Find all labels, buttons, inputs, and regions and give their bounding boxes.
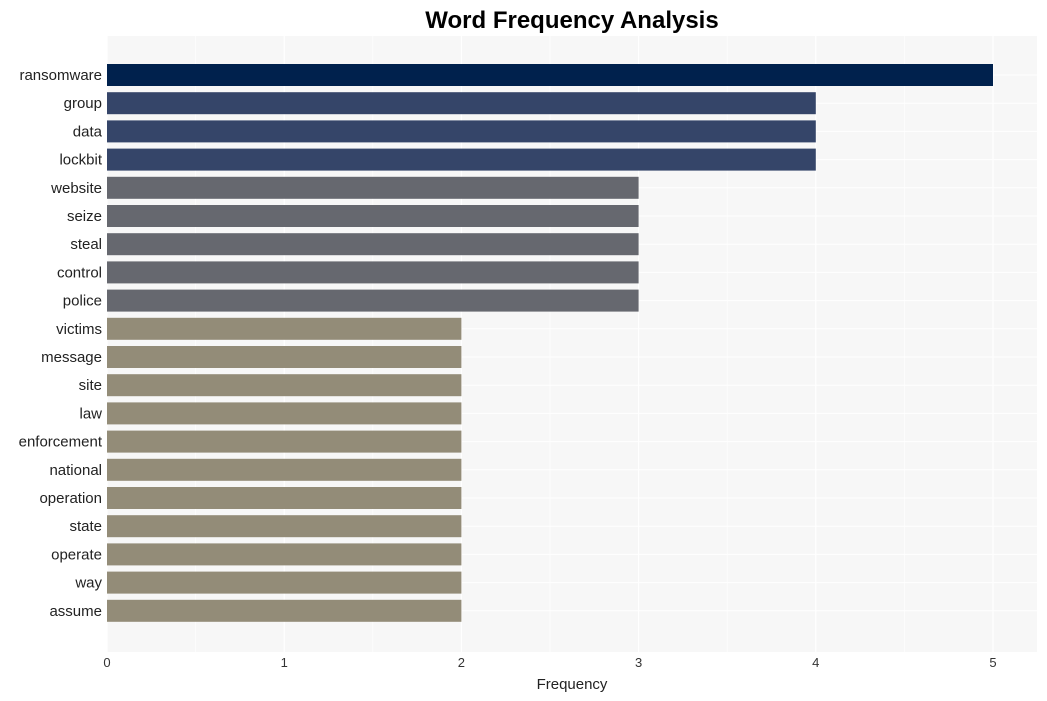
bar-enforcement: [107, 430, 462, 453]
x-tick-3: 3: [635, 655, 642, 670]
bar-site: [107, 374, 462, 397]
bar-operate: [107, 543, 462, 566]
category-label-victims: victims: [56, 321, 102, 338]
category-label-operation: operation: [39, 490, 102, 507]
bar-lockbit: [107, 148, 816, 171]
category-label-operate: operate: [51, 546, 102, 563]
x-tick-0: 0: [103, 655, 110, 670]
category-label-enforcement: enforcement: [19, 434, 103, 451]
x-tick-1: 1: [281, 655, 288, 670]
bar-steal: [107, 233, 639, 256]
category-label-national: national: [49, 462, 102, 479]
bar-way: [107, 571, 462, 594]
category-label-steal: steal: [70, 236, 102, 253]
category-label-data: data: [73, 123, 103, 140]
bar-group: [107, 92, 816, 115]
category-label-police: police: [63, 293, 102, 310]
x-tick-labels: 0 1 2 3 4 5: [103, 655, 996, 670]
x-tick-5: 5: [989, 655, 996, 670]
category-label-way: way: [74, 575, 102, 592]
bar-control: [107, 261, 639, 284]
x-tick-4: 4: [812, 655, 819, 670]
bar-seize: [107, 205, 639, 227]
bar-national: [107, 458, 462, 481]
category-labels: ransomware group data lockbit website seize st…: [19, 67, 103, 620]
x-tick-2: 2: [458, 655, 465, 670]
bar-operation: [107, 487, 462, 509]
category-label-message: message: [41, 349, 102, 366]
bar-ransomware: [107, 64, 993, 86]
category-label-group: group: [64, 95, 102, 112]
category-label-assume: assume: [49, 603, 102, 620]
category-label-website: website: [50, 180, 102, 197]
category-label-lockbit: lockbit: [59, 152, 102, 169]
category-label-site: site: [79, 377, 102, 394]
word-frequency-chart: Word Frequency Analysis ransomware group d…: [19, 7, 1037, 693]
bar-assume: [107, 599, 462, 622]
bar-data: [107, 120, 816, 143]
category-label-seize: seize: [67, 208, 102, 225]
category-label-law: law: [79, 405, 102, 422]
category-label-ransomware: ransomware: [19, 67, 102, 84]
bar-website: [107, 176, 639, 199]
category-label-state: state: [69, 518, 102, 535]
bar-police: [107, 289, 639, 312]
bar-message: [107, 346, 462, 368]
x-axis-label: Frequency: [537, 676, 608, 693]
bar-law: [107, 402, 462, 425]
bar-state: [107, 515, 462, 538]
category-label-control: control: [57, 264, 102, 281]
bar-victims: [107, 317, 462, 340]
chart-title: Word Frequency Analysis: [425, 7, 718, 34]
